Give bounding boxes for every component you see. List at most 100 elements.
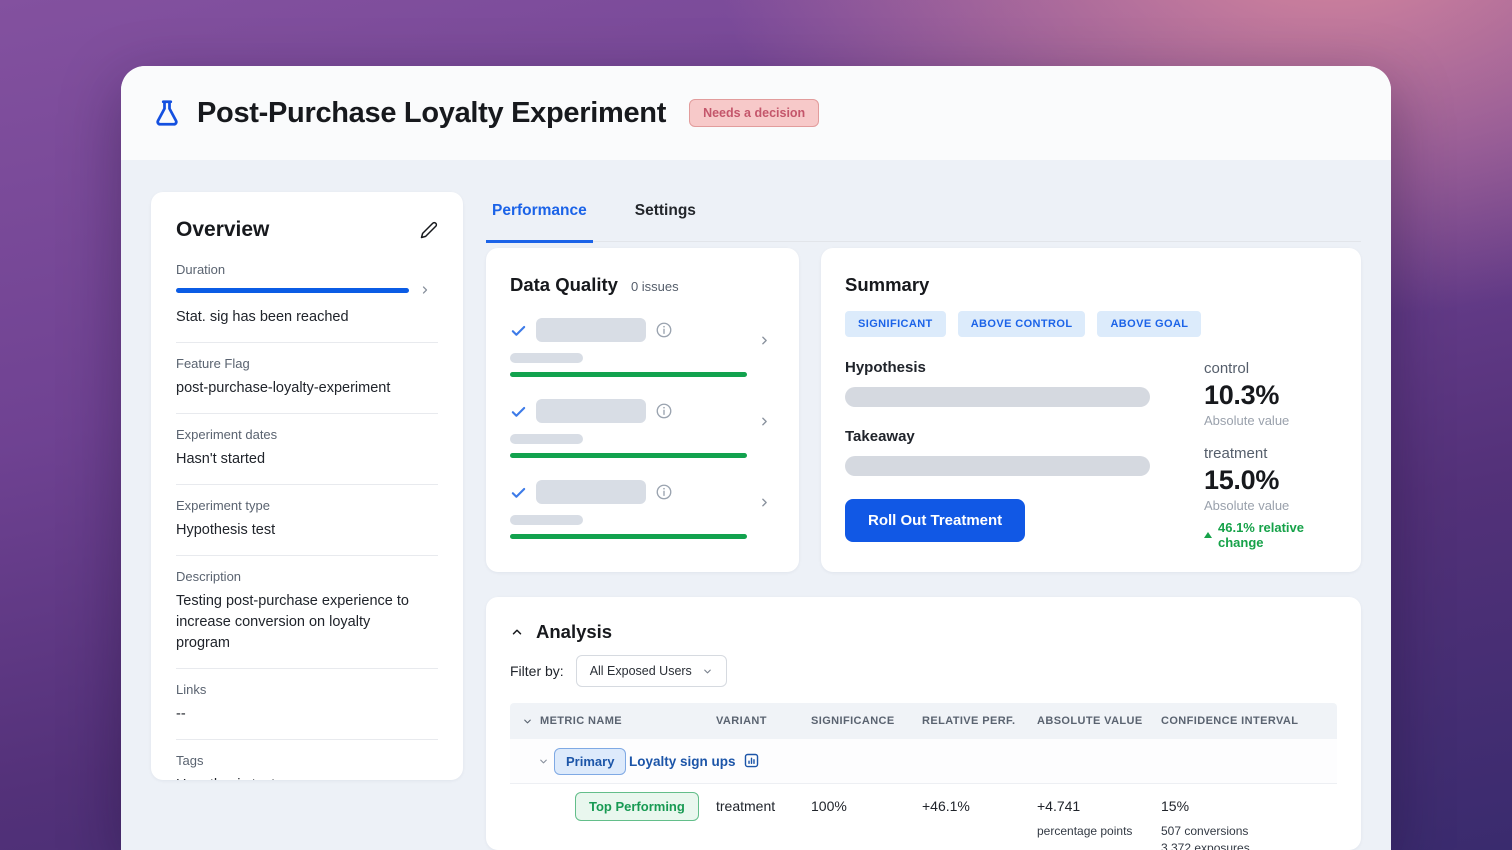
summary-title: Summary [845, 274, 1337, 296]
column-header: RELATIVE PERF. [922, 715, 1015, 727]
column-header: VARIANT [716, 715, 767, 727]
divider [176, 555, 438, 556]
skeleton-placeholder [536, 480, 646, 504]
skeleton-placeholder [845, 387, 1150, 407]
treatment-caption: Absolute value [1204, 498, 1337, 513]
tab-bar: Performance Settings [486, 194, 1361, 242]
metric-name-link[interactable]: Loyalty sign ups [629, 754, 736, 769]
chevron-right-icon[interactable] [758, 415, 771, 428]
treatment-value: 15.0% [1204, 465, 1337, 496]
analysis-title: Analysis [536, 621, 612, 643]
experiment-window: Post-Purchase Loyalty Experiment Needs a… [121, 66, 1391, 850]
metric-group-row: Primary Loyalty sign ups [510, 739, 1337, 784]
tags-value: Hypothesis test [176, 775, 438, 780]
audience-filter-dropdown[interactable]: All Exposed Users [576, 655, 727, 687]
hypothesis-label: Hypothesis [845, 359, 1150, 376]
check-icon [510, 403, 527, 420]
quality-progress-bar [510, 372, 747, 377]
overview-panel: Overview Duration Stat. sig has been rea… [151, 192, 463, 780]
field-label: Experiment type [176, 498, 438, 513]
roll-out-treatment-button[interactable]: Roll Out Treatment [845, 499, 1025, 542]
audience-filter-value: All Exposed Users [590, 664, 692, 678]
significance-badge: SIGNIFICANT [845, 311, 946, 337]
arrow-up-icon [1204, 532, 1212, 538]
treatment-name: treatment [1204, 445, 1337, 462]
duration-status: Stat. sig has been reached [176, 307, 438, 328]
column-header: METRIC NAME [540, 715, 622, 727]
chevron-right-icon[interactable] [758, 496, 771, 509]
check-icon [510, 322, 527, 339]
overview-title: Overview [176, 218, 269, 242]
info-icon[interactable] [655, 483, 673, 501]
above-control-badge: ABOVE CONTROL [958, 311, 1086, 337]
divider [176, 413, 438, 414]
skeleton-placeholder [510, 353, 583, 363]
data-quality-title: Data Quality [510, 274, 618, 296]
info-icon[interactable] [655, 321, 673, 339]
skeleton-placeholder [510, 434, 583, 444]
flask-icon [152, 98, 182, 128]
divider [176, 484, 438, 485]
chevron-down-icon[interactable] [538, 756, 549, 767]
tab-performance[interactable]: Performance [486, 194, 593, 243]
analysis-table: METRIC NAME VARIANT SIGNIFICANCE RELATIV… [510, 703, 1337, 850]
treatment-result: treatment 15.0% Absolute value 46.1% rel… [1204, 445, 1337, 550]
skeleton-placeholder [536, 399, 646, 423]
column-header: ABSOLUTE VALUE [1037, 715, 1143, 727]
variant-cell: treatment [716, 798, 775, 814]
confidence-interval-cell: 15% [1161, 798, 1189, 814]
field-label: Feature Flag [176, 356, 438, 371]
quality-progress-bar [510, 534, 747, 539]
field-label: Links [176, 682, 438, 697]
summary-card: Summary SIGNIFICANT ABOVE CONTROL ABOVE … [821, 248, 1361, 572]
data-quality-check-row[interactable] [510, 399, 775, 458]
control-result: control 10.3% Absolute value [1204, 360, 1337, 428]
chevron-right-icon[interactable] [758, 334, 771, 347]
bar-chart-icon[interactable] [743, 752, 760, 769]
data-quality-card: Data Quality 0 issues [486, 248, 799, 572]
control-value: 10.3% [1204, 380, 1337, 411]
divider [176, 342, 438, 343]
chevron-right-icon[interactable] [419, 284, 431, 296]
result-row: Top Performing treatment 100% +46.1% +4.… [510, 784, 1337, 850]
control-caption: Absolute value [1204, 413, 1337, 428]
exposures-count: 3,372 exposures [1161, 841, 1250, 850]
check-icon [510, 484, 527, 501]
collapse-chevron-up-icon[interactable] [510, 625, 524, 639]
absolute-value-unit: percentage points [1037, 824, 1132, 838]
data-quality-check-row[interactable] [510, 318, 775, 377]
field-label: Experiment dates [176, 427, 438, 442]
duration-progress-bar [176, 288, 409, 293]
control-name: control [1204, 360, 1337, 377]
divider [176, 668, 438, 669]
duration-label: Duration [176, 262, 438, 277]
tab-settings[interactable]: Settings [629, 194, 702, 241]
field-value: Testing post-purchase experience to incr… [176, 591, 426, 654]
conversions-count: 507 conversions [1161, 824, 1248, 838]
column-header: SIGNIFICANCE [811, 715, 895, 727]
experiment-header: Post-Purchase Loyalty Experiment Needs a… [121, 66, 1391, 160]
analysis-card: Analysis Filter by: All Exposed Users ME… [486, 597, 1361, 850]
quality-progress-bar [510, 453, 747, 458]
info-icon[interactable] [655, 402, 673, 420]
chevron-down-icon [702, 666, 713, 677]
field-label: Description [176, 569, 438, 584]
data-quality-check-row[interactable] [510, 480, 775, 539]
edit-pencil-icon[interactable] [420, 221, 438, 239]
relative-perf-cell: +46.1% [922, 798, 970, 814]
data-quality-issue-count: 0 issues [631, 279, 679, 294]
absolute-value-cell: +4.741 [1037, 798, 1080, 814]
table-header-row: METRIC NAME VARIANT SIGNIFICANCE RELATIV… [510, 703, 1337, 739]
above-goal-badge: ABOVE GOAL [1097, 311, 1201, 337]
desktop-background: Post-Purchase Loyalty Experiment Needs a… [0, 0, 1512, 850]
column-header: CONFIDENCE INTERVAL [1161, 715, 1298, 727]
takeaway-label: Takeaway [845, 428, 1150, 445]
top-performing-badge: Top Performing [575, 792, 699, 821]
divider [176, 739, 438, 740]
status-badge: Needs a decision [689, 99, 819, 127]
skeleton-placeholder [510, 515, 583, 525]
chevron-down-icon[interactable] [522, 716, 533, 727]
skeleton-placeholder [536, 318, 646, 342]
field-value: -- [176, 704, 438, 725]
skeleton-placeholder [845, 456, 1150, 476]
